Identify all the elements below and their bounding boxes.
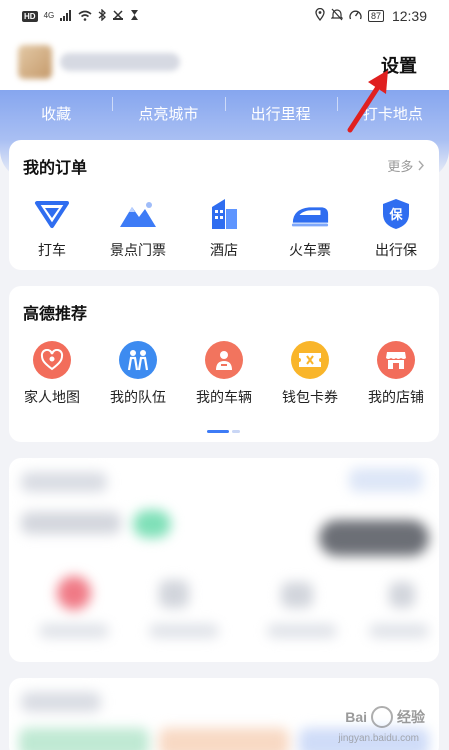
order-attraction-tickets[interactable]: 景点门票: [95, 196, 181, 260]
team-icon: [119, 341, 157, 379]
shop-icon: [377, 341, 415, 379]
tab-travel-mileage[interactable]: 出行里程: [224, 96, 337, 124]
page-indicator: [207, 430, 240, 433]
svg-text:保: 保: [388, 207, 403, 223]
watermark-brand: Bai: [345, 709, 367, 725]
recommend-family-map-label: 家人地图: [24, 389, 80, 405]
page-dot-active: [207, 430, 229, 433]
status-left-icons: HD 4G: [22, 7, 139, 24]
family-map-icon: [33, 341, 71, 379]
recommend-grid: 家人地图 我的队伍 我的车辆 钱包卡券 我的店铺: [9, 341, 439, 407]
taxi-icon: [32, 196, 72, 232]
order-taxi-label: 打车: [38, 242, 66, 258]
chevron-right-icon: [417, 159, 425, 174]
more-orders-link[interactable]: 更多: [387, 156, 425, 175]
more-label: 更多: [387, 159, 414, 174]
orders-grid: 打车 景点门票 酒店 火车票 保 出行保: [9, 196, 439, 260]
blurred-content: [9, 458, 439, 662]
hotel-icon: [204, 196, 244, 232]
recommend-my-team-label: 我的队伍: [110, 389, 166, 405]
hourglass-icon: [130, 9, 139, 24]
vehicle-icon: [205, 341, 243, 379]
avatar[interactable]: [18, 45, 52, 79]
order-train-tickets-label: 火车票: [289, 242, 331, 258]
recommend-my-shop[interactable]: 我的店铺: [353, 341, 439, 407]
username-blurred: [60, 53, 180, 71]
baidu-watermark: Bai 经验: [345, 706, 425, 728]
order-hotel-label: 酒店: [210, 242, 238, 258]
recommend-wallet-coupons[interactable]: 钱包卡券: [267, 341, 353, 407]
profile-summary[interactable]: [18, 44, 198, 80]
order-travel-insurance[interactable]: 保 出行保: [353, 196, 439, 260]
recommend-my-vehicle-label: 我的车辆: [196, 389, 252, 405]
hd-icon: HD: [22, 10, 38, 22]
status-right-icons: 87 12:39: [315, 7, 427, 24]
shield-icon: 保: [376, 196, 416, 232]
tab-favorites[interactable]: 收藏: [0, 103, 112, 124]
my-orders-card: 我的订单 更多 打车 景点门票 酒店 火车票 保 出行保: [9, 140, 439, 270]
order-attraction-tickets-label: 景点门票: [110, 242, 166, 258]
order-train-tickets[interactable]: 火车票: [267, 196, 353, 260]
recommend-my-team[interactable]: 我的队伍: [95, 341, 181, 407]
red-arrow-annotation: [347, 70, 388, 133]
tab-light-up-cities[interactable]: 点亮城市: [112, 96, 224, 124]
my-orders-title: 我的订单: [23, 160, 88, 177]
order-travel-insurance-label: 出行保: [375, 242, 417, 258]
recommend-title: 高德推荐: [23, 306, 88, 323]
blurred-content-card: [9, 458, 439, 662]
mountain-icon: [118, 196, 158, 232]
mute-icon: [330, 8, 344, 24]
wallet-icon: [291, 341, 329, 379]
order-hotel[interactable]: 酒店: [181, 196, 267, 260]
battery-icon: 87: [367, 10, 384, 22]
page-dot: [232, 430, 240, 433]
recommend-my-shop-label: 我的店铺: [368, 389, 424, 405]
paw-logo-icon: [371, 706, 393, 728]
speed-icon: [349, 9, 362, 24]
signal-icon: [60, 9, 72, 24]
bluetooth-icon: [98, 7, 107, 24]
network-label: 4G: [43, 11, 55, 20]
nfc-icon: [112, 9, 124, 24]
wifi-icon: [78, 9, 92, 24]
amap-recommend-card: 高德推荐 家人地图 我的队伍 我的车辆 钱包卡券 我的店铺: [9, 286, 439, 442]
train-icon: [290, 196, 330, 232]
recommend-wallet-coupons-label: 钱包卡券: [282, 389, 338, 405]
status-time: 12:39: [391, 8, 427, 24]
recommend-my-vehicle[interactable]: 我的车辆: [181, 341, 267, 407]
status-bar: HD 4G 87 12:39: [0, 0, 449, 32]
recommend-family-map[interactable]: 家人地图: [9, 341, 95, 407]
watermark-brand-suffix: 经验: [397, 709, 425, 725]
order-taxi[interactable]: 打车: [9, 196, 95, 260]
watermark-url: jingyan.baidu.com: [338, 733, 419, 744]
location-icon: [315, 7, 325, 24]
